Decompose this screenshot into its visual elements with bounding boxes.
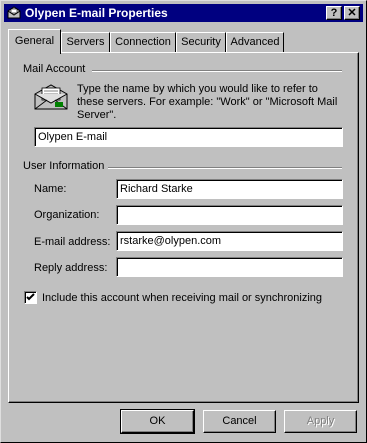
envelope-icon	[33, 82, 69, 115]
name-field[interactable]: Richard Starke	[116, 179, 343, 199]
include-account-label[interactable]: Include this account when receiving mail…	[42, 292, 322, 304]
organization-label: Organization:	[34, 209, 100, 221]
mail-account-divider	[92, 70, 342, 72]
email-field[interactable]: rstarke@olypen.com	[116, 231, 343, 251]
ok-button[interactable]: OK	[120, 409, 195, 434]
checkmark-icon	[26, 293, 35, 301]
cancel-button[interactable]: Cancel	[203, 410, 276, 433]
email-label: E-mail address:	[34, 236, 111, 248]
account-name-field[interactable]: Olypen E-mail	[34, 127, 343, 147]
reply-field[interactable]	[116, 257, 343, 277]
include-account-checkbox[interactable]	[24, 291, 37, 304]
user-info-group-label: User Information	[23, 160, 109, 172]
apply-button[interactable]: Apply	[284, 410, 357, 433]
name-label: Name:	[34, 183, 67, 195]
apply-label: Apply	[306, 415, 335, 427]
organization-field[interactable]	[116, 205, 343, 225]
mail-account-group-label: Mail Account	[23, 63, 90, 75]
cancel-label: Cancel	[222, 415, 257, 427]
user-info-divider	[108, 167, 342, 169]
account-description: Type the name by which you would like to…	[77, 83, 338, 121]
ok-label: OK	[149, 415, 166, 427]
reply-label: Reply address:	[34, 262, 108, 274]
